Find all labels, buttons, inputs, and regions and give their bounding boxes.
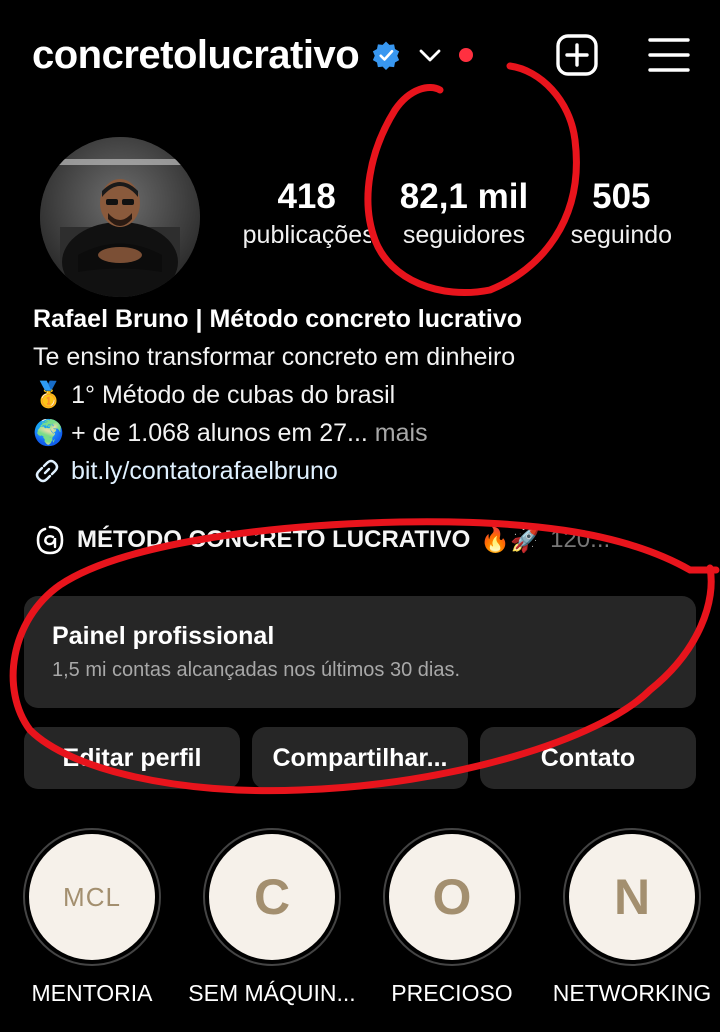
highlight-label: NETWORKING [552, 980, 712, 1006]
display-name: Rafael Bruno | Método concreto lucrativo [33, 305, 523, 333]
menu-button[interactable] [646, 32, 692, 78]
highlight-cover: O [389, 834, 515, 960]
highlight-networking[interactable]: N NETWORKING [553, 828, 711, 1007]
threads-icon [36, 525, 64, 555]
bio-line-2-text: 1° Método de cubas do brasil [71, 381, 396, 409]
hamburger-menu-icon [648, 38, 690, 72]
highlight-precioso[interactable]: O PRECIOSO [382, 828, 522, 1007]
followers-label: seguidores [402, 221, 526, 249]
threads-badge[interactable]: MÉTODO CONCRETO LUCRATIVO 🔥🚀 120... [33, 520, 680, 560]
highlight-label: SEM MÁQUIN... [188, 980, 356, 1006]
profile-avatar[interactable] [40, 137, 200, 297]
create-button[interactable] [554, 32, 600, 78]
highlight-label: PRECIOSO [391, 980, 513, 1006]
story-highlights: MCL MENTORIA C SEM MÁQUIN... O PRECIOSO … [22, 828, 711, 1007]
highlight-mentoria[interactable]: MCL MENTORIA [22, 828, 162, 1007]
followers-stat[interactable]: 82,1 mil seguidores [385, 176, 542, 252]
posts-stat[interactable]: 418 publicações [228, 176, 385, 252]
dashboard-title: Painel profissional [52, 622, 275, 650]
notification-dot [459, 48, 474, 62]
verified-badge-icon [373, 41, 400, 70]
edit-profile-button[interactable]: Editar perfil [24, 727, 240, 789]
highlight-ring: C [203, 828, 341, 966]
highlight-ring: O [383, 828, 521, 966]
bio-line-3-text: + de 1.068 alunos em 27... [71, 419, 368, 447]
highlight-cover: MCL [29, 834, 155, 960]
avatar-photo [40, 137, 200, 297]
profile-stats: 418 publicações 82,1 mil seguidores 505 … [228, 176, 700, 252]
posts-label: publicações [242, 221, 371, 249]
posts-count: 418 [277, 177, 336, 216]
globe-icon: 🌍 [33, 419, 65, 447]
share-profile-button[interactable]: Compartilhar... [252, 727, 468, 789]
threads-emoji: 🔥🚀 [480, 526, 541, 554]
chevron-down-icon[interactable] [417, 42, 443, 68]
following-count: 505 [592, 177, 651, 216]
threads-text: MÉTODO CONCRETO LUCRATIVO [77, 526, 471, 553]
plus-square-icon [556, 34, 598, 76]
professional-dashboard-card[interactable]: Painel profissional 1,5 mi contas alcanç… [24, 596, 696, 708]
following-stat[interactable]: 505 seguindo [543, 176, 700, 252]
profile-header: concretolucrativo [32, 20, 692, 90]
highlight-ring: MCL [23, 828, 161, 966]
bio-line-1: Te ensino transformar concreto em dinhei… [33, 343, 516, 371]
link-icon [35, 459, 59, 483]
more-link[interactable]: mais [375, 419, 428, 447]
highlight-ring: N [563, 828, 701, 966]
highlight-sem-maquina[interactable]: C SEM MÁQUIN... [188, 828, 356, 1007]
username[interactable]: concretolucrativo [32, 33, 360, 78]
bio-line-2: 🥇 1° Método de cubas do brasil [33, 376, 690, 414]
bio-line-3: 🌍 + de 1.068 alunos em 27... mais [33, 414, 690, 452]
highlight-label: MENTORIA [31, 980, 153, 1006]
followers-count: 82,1 mil [399, 177, 529, 216]
following-label: seguindo [570, 221, 673, 249]
contact-button[interactable]: Contato [480, 727, 696, 789]
highlight-cover: N [569, 834, 695, 960]
bio-link-row[interactable]: bit.ly/contatorafaelbruno [33, 452, 690, 490]
bio-link[interactable]: bit.ly/contatorafaelbruno [71, 452, 338, 490]
medal-icon: 🥇 [33, 381, 65, 409]
profile-bio: Rafael Bruno | Método concreto lucrativo… [33, 300, 690, 490]
profile-actions: Editar perfil Compartilhar... Contato [24, 727, 696, 789]
dashboard-subtitle: 1,5 mi contas alcançadas nos últimos 30 … [52, 659, 460, 681]
highlight-cover: C [209, 834, 335, 960]
header-actions [554, 32, 692, 78]
threads-count: 120... [550, 526, 611, 553]
